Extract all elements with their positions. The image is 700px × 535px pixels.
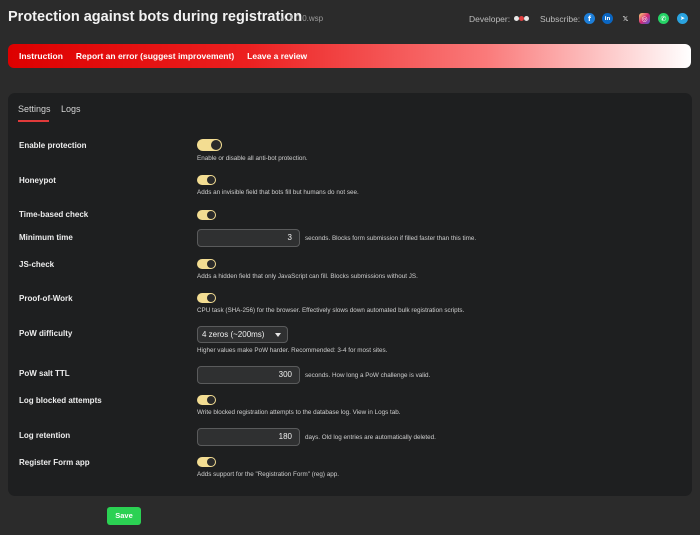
toggle-knob: [207, 260, 215, 268]
minimum-time-label: Minimum time: [19, 233, 73, 242]
js-check-toggle[interactable]: [197, 259, 216, 269]
page-header: Protection against bots during registrat…: [0, 0, 700, 36]
pow-difficulty-select[interactable]: 4 zeros (~200ms): [197, 326, 288, 343]
chevron-down-icon: [275, 333, 281, 337]
x-icon[interactable]: 𝕏: [620, 13, 631, 24]
minimum-time-input[interactable]: 3: [197, 229, 300, 247]
time-check-toggle[interactable]: [197, 210, 216, 220]
toggle-knob: [207, 294, 215, 302]
enable-protection-toggle[interactable]: [197, 139, 222, 151]
page-title: Protection against bots during registrat…: [8, 9, 303, 25]
settings-panel: Settings Logs Enable protection Enable o…: [8, 93, 692, 496]
js-check-desc: Adds a hidden field that only JavaScript…: [197, 273, 418, 280]
developer-logo-icon[interactable]: [514, 16, 529, 22]
enable-protection-label: Enable protection: [19, 141, 87, 150]
instruction-link[interactable]: Instruction: [19, 51, 63, 61]
developer-label: Developer:: [469, 14, 511, 24]
enable-protection-desc: Enable or disable all anti-bot protectio…: [197, 155, 308, 162]
log-retention-label: Log retention: [19, 431, 71, 440]
pow-difficulty-label: PoW difficulty: [19, 329, 73, 338]
toggle-knob: [207, 211, 215, 219]
log-blocked-desc: Write blocked registration attempts to t…: [197, 409, 401, 416]
pow-desc: CPU task (SHA-256) for the browser. Effe…: [197, 307, 465, 314]
pow-label: Proof-of-Work: [19, 294, 73, 303]
leave-review-link[interactable]: Leave a review: [247, 51, 307, 61]
log-blocked-label: Log blocked attempts: [19, 396, 102, 405]
toggle-knob: [207, 176, 215, 184]
time-check-label: Time-based check: [19, 210, 89, 219]
honeypot-desc: Adds an invisible field that bots fill b…: [197, 189, 359, 196]
top-nav-bar: Instruction Report an error (suggest imp…: [8, 44, 691, 68]
pow-difficulty-value: 4 zeros (~200ms): [202, 330, 265, 339]
whatsapp-icon[interactable]: ✆: [658, 13, 669, 24]
log-retention-desc: days. Old log entries are automatically …: [305, 434, 436, 441]
facebook-icon[interactable]: f: [584, 13, 595, 24]
log-retention-input[interactable]: 180: [197, 428, 300, 446]
honeypot-toggle[interactable]: [197, 175, 216, 185]
honeypot-label: Honeypot: [19, 176, 56, 185]
pow-toggle[interactable]: [197, 293, 216, 303]
subscribe-label: Subscribe:: [540, 14, 581, 24]
toggle-knob: [207, 396, 215, 404]
register-form-label: Register Form app: [19, 458, 90, 467]
telegram-icon[interactable]: ➤: [677, 13, 688, 24]
register-form-toggle[interactable]: [197, 457, 216, 467]
version-label: v. 1.0.0.wsp: [281, 14, 324, 23]
pow-ttl-desc: seconds. How long a PoW challenge is val…: [305, 372, 431, 379]
toggle-knob: [207, 458, 215, 466]
tab-logs[interactable]: Logs: [61, 104, 81, 114]
linkedin-icon[interactable]: in: [602, 13, 613, 24]
instagram-icon[interactable]: ◎: [639, 13, 650, 24]
pow-ttl-input[interactable]: 300: [197, 366, 300, 384]
report-error-link[interactable]: Report an error (suggest improvement): [76, 51, 234, 61]
save-button[interactable]: Save: [107, 507, 141, 525]
register-form-desc: Adds support for the "Registration Form"…: [197, 471, 340, 478]
pow-difficulty-desc: Higher values make PoW harder. Recommend…: [197, 347, 388, 354]
tab-settings[interactable]: Settings: [18, 104, 51, 114]
toggle-knob: [211, 140, 221, 150]
js-check-label: JS-check: [19, 260, 55, 269]
log-blocked-toggle[interactable]: [197, 395, 216, 405]
active-tab-indicator: [18, 120, 49, 122]
pow-ttl-label: PoW salt TTL: [19, 369, 70, 378]
minimum-time-desc: seconds. Blocks form submission if fille…: [305, 235, 477, 242]
